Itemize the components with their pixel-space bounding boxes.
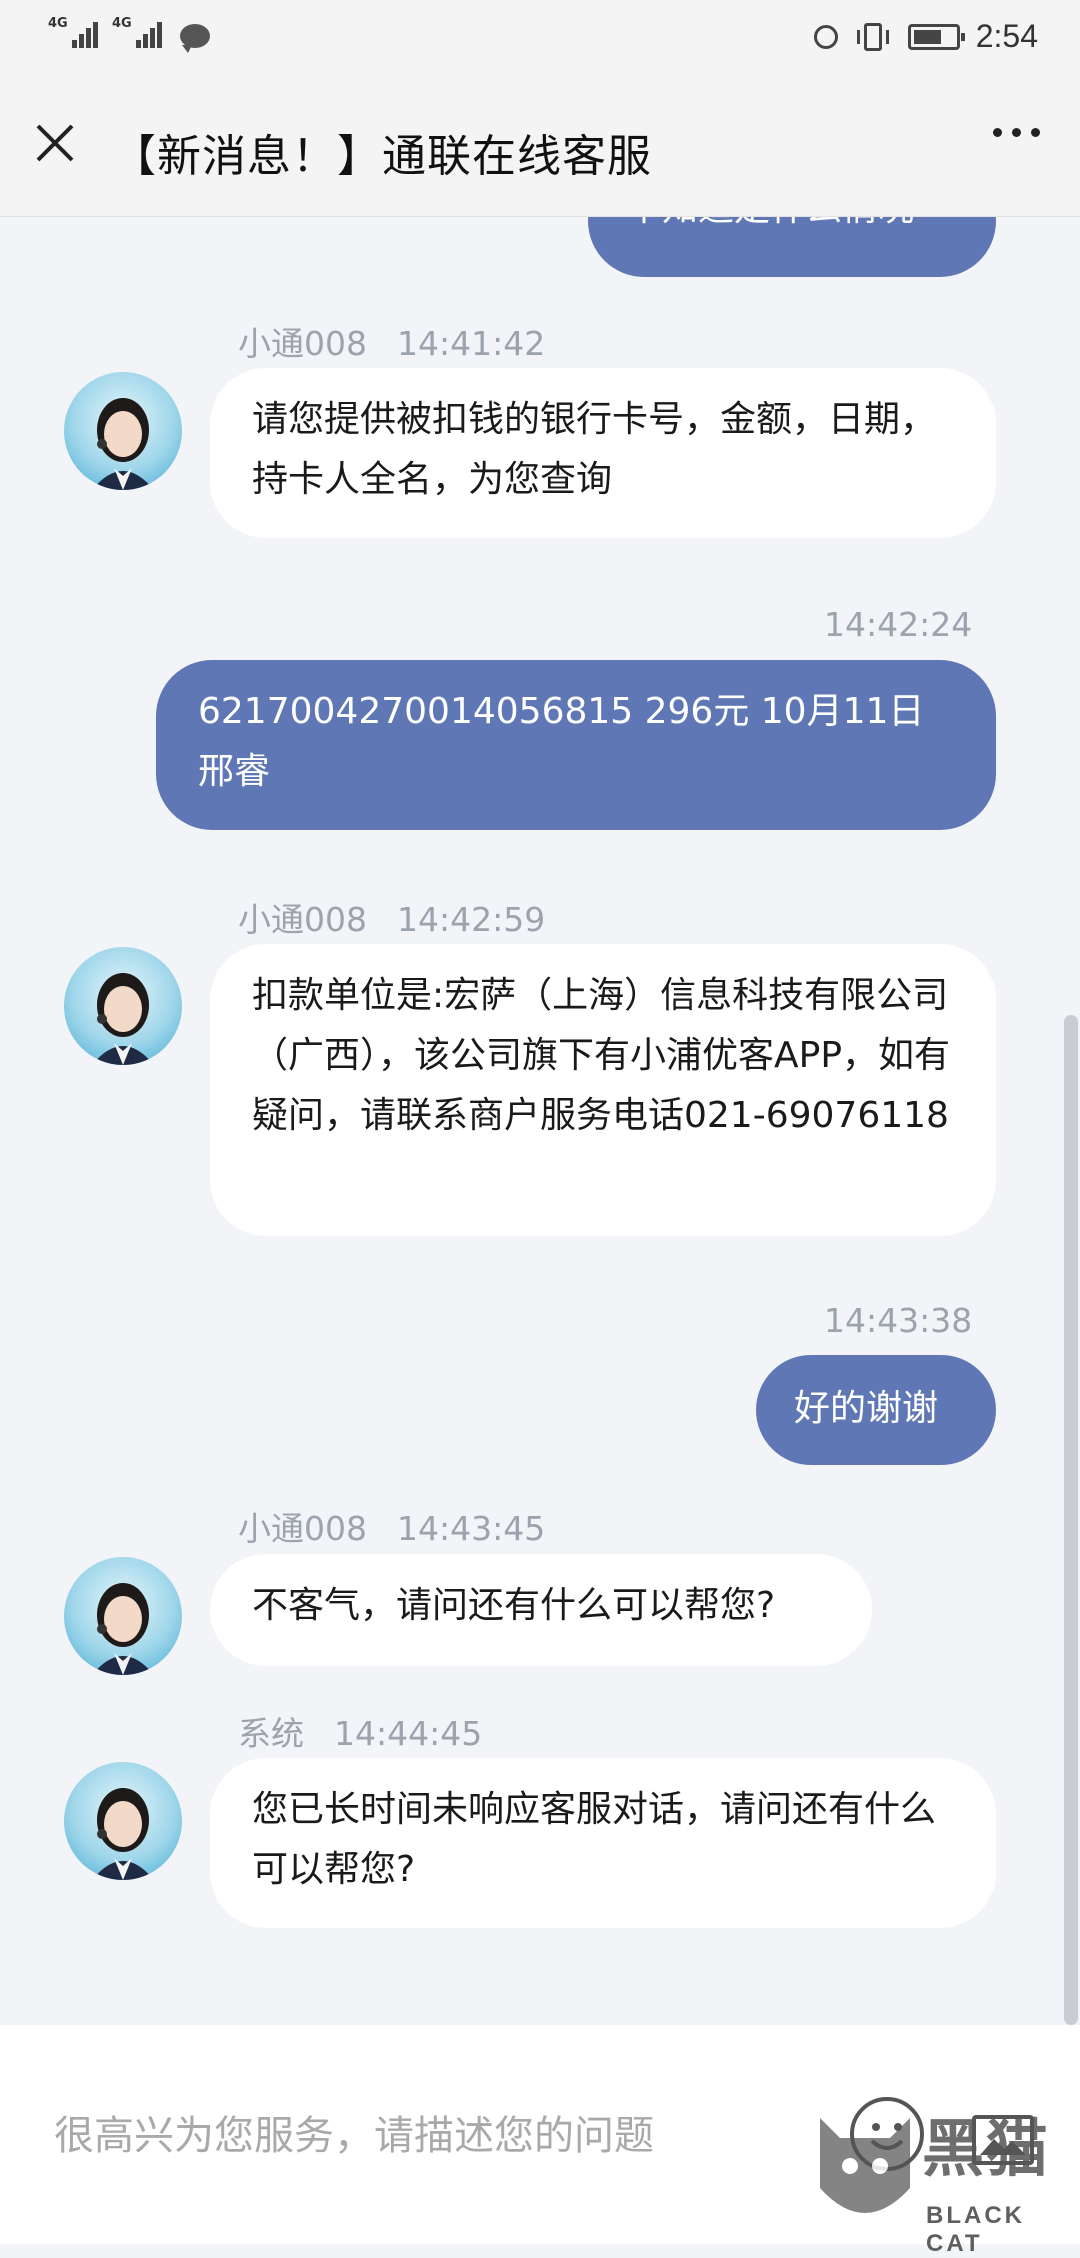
message-meta: 小通008 14:42:59 bbox=[238, 893, 545, 941]
close-icon[interactable] bbox=[30, 118, 80, 168]
network-type-label: 4G bbox=[112, 16, 132, 31]
message-meta: 小通008 14:41:42 bbox=[238, 317, 545, 365]
vibrate-icon bbox=[856, 22, 889, 51]
incoming-message: 扣款单位是:宏萨（上海）信息科技有限公司（广西），该公司旗下有小浦优客APP，如… bbox=[210, 944, 996, 1236]
app-header: 【新消息！】通联在线客服 bbox=[0, 84, 1080, 217]
message-text: 不客气，请问还有什么可以帮您? bbox=[252, 1585, 776, 1626]
page-title: 【新消息！】通联在线客服 bbox=[112, 131, 652, 182]
sender-name: 小通008 bbox=[238, 900, 367, 939]
status-time: 2:54 bbox=[975, 18, 1038, 54]
outgoing-message: 不知道是什么情况 bbox=[588, 217, 996, 277]
message-time: 14:41:42 bbox=[397, 324, 546, 363]
message-text: 好的谢谢 bbox=[794, 1388, 939, 1429]
chat-area[interactable]: 不知道是什么情况 小通008 14:41:42 请您提供被扣钱的银行卡号，金额，日… bbox=[0, 217, 1080, 2025]
watermark-subtext: BLACK CAT bbox=[926, 2202, 1025, 2257]
battery-icon bbox=[907, 23, 965, 50]
incoming-message: 不客气，请问还有什么可以帮您? bbox=[210, 1554, 872, 1666]
network-type-label: 4G bbox=[48, 16, 68, 31]
alarm-icon bbox=[813, 24, 838, 49]
black-cat-watermark: 黑猫 BLACK CAT bbox=[810, 2098, 1080, 2257]
message-time: 14:42:24 bbox=[824, 605, 973, 644]
message-text: 请您提供被扣钱的银行卡号，金额，日期，持卡人全名，为您查询 bbox=[252, 399, 937, 500]
agent-avatar[interactable] bbox=[64, 947, 182, 1065]
agent-avatar[interactable] bbox=[64, 1557, 182, 1675]
status-bar: 4G 4G 2:54 bbox=[0, 0, 1080, 84]
incoming-message: 请您提供被扣钱的银行卡号，金额，日期，持卡人全名，为您查询 bbox=[210, 368, 996, 538]
system-avatar[interactable] bbox=[64, 1762, 182, 1880]
watermark-text: 黑猫 bbox=[922, 2112, 1051, 2185]
message-time: 14:44:45 bbox=[334, 1714, 483, 1753]
signal-icon: 4G bbox=[112, 16, 162, 48]
message-text: 您已长时间未响应客服对话，请问还有什么可以帮您? bbox=[252, 1789, 937, 1890]
outgoing-message: 6217004270014056815 296元 10月11日 邢睿 bbox=[156, 660, 996, 830]
sender-name: 系统 bbox=[238, 1714, 304, 1753]
message-time: 14:43:45 bbox=[397, 1509, 546, 1548]
message-meta: 系统 14:44:45 bbox=[238, 1707, 482, 1755]
sender-name: 小通008 bbox=[238, 324, 367, 363]
message-icon bbox=[180, 24, 210, 53]
chat-scrollbar[interactable] bbox=[1064, 1015, 1078, 2025]
outgoing-message: 好的谢谢 bbox=[756, 1355, 996, 1465]
message-time: 14:43:38 bbox=[824, 1301, 973, 1340]
message-text: 6217004270014056815 296元 10月11日 邢睿 bbox=[198, 691, 925, 792]
more-icon[interactable] bbox=[993, 128, 1040, 137]
signal-icon: 4G bbox=[48, 16, 98, 48]
sender-name: 小通008 bbox=[238, 1509, 367, 1548]
incoming-message: 您已长时间未响应客服对话，请问还有什么可以帮您? bbox=[210, 1758, 996, 1928]
message-time: 14:42:59 bbox=[397, 900, 546, 939]
message-meta: 小通008 14:43:45 bbox=[238, 1502, 545, 1550]
message-text: 不知道是什么情况 bbox=[626, 217, 914, 229]
agent-avatar[interactable] bbox=[64, 372, 182, 490]
message-input[interactable] bbox=[52, 2105, 816, 2167]
message-text: 扣款单位是:宏萨（上海）信息科技有限公司（广西），该公司旗下有小浦优客APP，如… bbox=[252, 975, 951, 1136]
